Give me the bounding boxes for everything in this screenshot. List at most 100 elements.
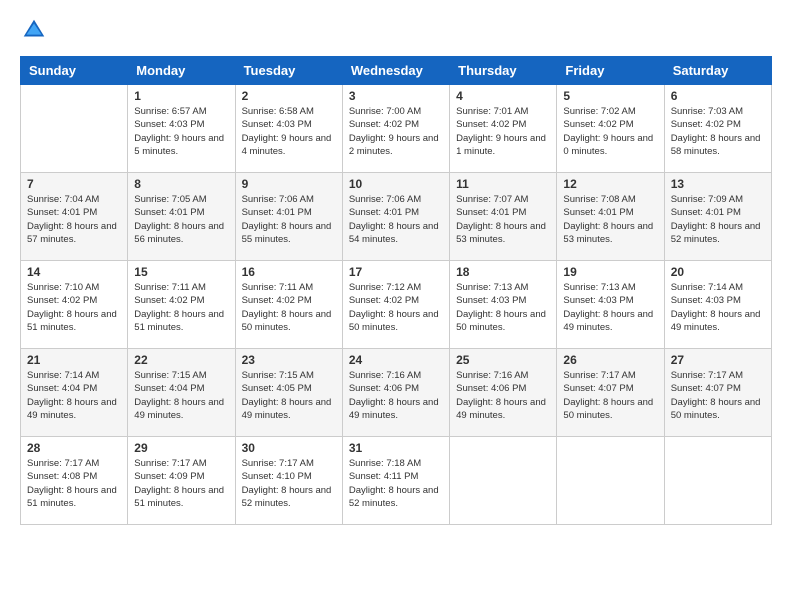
- day-number: 25: [456, 353, 550, 367]
- calendar: SundayMondayTuesdayWednesdayThursdayFrid…: [20, 56, 772, 525]
- calendar-cell: 5Sunrise: 7:02 AM Sunset: 4:02 PM Daylig…: [557, 85, 664, 173]
- calendar-cell: 28 Sunrise: 7:17 AM Sunset: 4:08 PM Dayli…: [21, 437, 128, 525]
- day-info: Sunrise: 7:11 AM Sunset: 4:02 PM Dayligh…: [242, 281, 336, 334]
- weekday-header: Tuesday: [235, 57, 342, 85]
- day-number: 12: [563, 177, 657, 191]
- day-number: 29: [134, 441, 228, 455]
- weekday-header: Monday: [128, 57, 235, 85]
- day-number: 8: [134, 177, 228, 191]
- day-number: 18: [456, 265, 550, 279]
- day-number: 7: [27, 177, 121, 191]
- weekday-header: Saturday: [664, 57, 771, 85]
- logo: [20, 16, 52, 44]
- calendar-cell: 25Sunrise: 7:16 AM Sunset: 4:06 PM Dayli…: [450, 349, 557, 437]
- day-info: Sunrise: 7:12 AM Sunset: 4:02 PM Dayligh…: [349, 281, 443, 334]
- day-info: Sunrise: 7:01 AM Sunset: 4:02 PM Dayligh…: [456, 105, 550, 158]
- day-number: 2: [242, 89, 336, 103]
- day-info: Sunrise: 7:17 AM Sunset: 4:07 PM Dayligh…: [563, 369, 657, 422]
- day-number: 28: [27, 441, 121, 455]
- calendar-cell: [664, 437, 771, 525]
- calendar-cell: 17 Sunrise: 7:12 AM Sunset: 4:02 PM Dayli…: [342, 261, 449, 349]
- header: [20, 16, 772, 44]
- calendar-cell: 23Sunrise: 7:15 AM Sunset: 4:05 PM Dayli…: [235, 349, 342, 437]
- day-info: Sunrise: 7:09 AM Sunset: 4:01 PM Dayligh…: [671, 193, 765, 246]
- day-number: 16: [242, 265, 336, 279]
- calendar-cell: [557, 437, 664, 525]
- week-row: 21 Sunrise: 7:14 AM Sunset: 4:04 PM Dayli…: [21, 349, 772, 437]
- day-info: Sunrise: 7:07 AM Sunset: 4:01 PM Dayligh…: [456, 193, 550, 246]
- calendar-cell: 10 Sunrise: 7:06 AM Sunset: 4:01 PM Dayli…: [342, 173, 449, 261]
- day-info: Sunrise: 7:08 AM Sunset: 4:01 PM Dayligh…: [563, 193, 657, 246]
- week-row: 7 Sunrise: 7:04 AM Sunset: 4:01 PM Daylig…: [21, 173, 772, 261]
- day-number: 24: [349, 353, 443, 367]
- day-number: 6: [671, 89, 765, 103]
- calendar-cell: [21, 85, 128, 173]
- calendar-cell: 3 Sunrise: 7:00 AM Sunset: 4:02 PM Daylig…: [342, 85, 449, 173]
- calendar-cell: 20 Sunrise: 7:14 AM Sunset: 4:03 PM Dayli…: [664, 261, 771, 349]
- day-info: Sunrise: 7:02 AM Sunset: 4:02 PM Dayligh…: [563, 105, 657, 158]
- day-number: 13: [671, 177, 765, 191]
- weekday-header-row: SundayMondayTuesdayWednesdayThursdayFrid…: [21, 57, 772, 85]
- day-info: Sunrise: 7:06 AM Sunset: 4:01 PM Dayligh…: [242, 193, 336, 246]
- day-info: Sunrise: 7:06 AM Sunset: 4:01 PM Dayligh…: [349, 193, 443, 246]
- calendar-cell: 14 Sunrise: 7:10 AM Sunset: 4:02 PM Dayli…: [21, 261, 128, 349]
- day-info: Sunrise: 7:10 AM Sunset: 4:02 PM Dayligh…: [27, 281, 121, 334]
- day-number: 27: [671, 353, 765, 367]
- calendar-cell: 6Sunrise: 7:03 AM Sunset: 4:02 PM Daylig…: [664, 85, 771, 173]
- calendar-cell: 16 Sunrise: 7:11 AM Sunset: 4:02 PM Dayli…: [235, 261, 342, 349]
- day-number: 15: [134, 265, 228, 279]
- day-number: 3: [349, 89, 443, 103]
- day-info: Sunrise: 6:58 AM Sunset: 4:03 PM Dayligh…: [242, 105, 336, 158]
- day-info: Sunrise: 7:11 AM Sunset: 4:02 PM Dayligh…: [134, 281, 228, 334]
- calendar-cell: 18 Sunrise: 7:13 AM Sunset: 4:03 PM Dayli…: [450, 261, 557, 349]
- day-info: Sunrise: 7:18 AM Sunset: 4:11 PM Dayligh…: [349, 457, 443, 510]
- week-row: 1 Sunrise: 6:57 AM Sunset: 4:03 PM Daylig…: [21, 85, 772, 173]
- day-info: Sunrise: 7:17 AM Sunset: 4:07 PM Dayligh…: [671, 369, 765, 422]
- day-info: Sunrise: 7:04 AM Sunset: 4:01 PM Dayligh…: [27, 193, 121, 246]
- logo-icon: [20, 16, 48, 44]
- day-number: 21: [27, 353, 121, 367]
- calendar-cell: 4Sunrise: 7:01 AM Sunset: 4:02 PM Daylig…: [450, 85, 557, 173]
- page: SundayMondayTuesdayWednesdayThursdayFrid…: [0, 0, 792, 612]
- calendar-cell: 26 Sunrise: 7:17 AM Sunset: 4:07 PM Dayli…: [557, 349, 664, 437]
- day-number: 22: [134, 353, 228, 367]
- day-info: Sunrise: 7:14 AM Sunset: 4:03 PM Dayligh…: [671, 281, 765, 334]
- weekday-header: Sunday: [21, 57, 128, 85]
- day-info: Sunrise: 7:13 AM Sunset: 4:03 PM Dayligh…: [456, 281, 550, 334]
- calendar-cell: 27 Sunrise: 7:17 AM Sunset: 4:07 PM Dayli…: [664, 349, 771, 437]
- day-info: Sunrise: 7:14 AM Sunset: 4:04 PM Dayligh…: [27, 369, 121, 422]
- calendar-cell: 21 Sunrise: 7:14 AM Sunset: 4:04 PM Dayli…: [21, 349, 128, 437]
- day-number: 14: [27, 265, 121, 279]
- day-number: 19: [563, 265, 657, 279]
- calendar-cell: 2 Sunrise: 6:58 AM Sunset: 4:03 PM Daylig…: [235, 85, 342, 173]
- day-info: Sunrise: 7:00 AM Sunset: 4:02 PM Dayligh…: [349, 105, 443, 158]
- day-number: 20: [671, 265, 765, 279]
- calendar-cell: 22Sunrise: 7:15 AM Sunset: 4:04 PM Dayli…: [128, 349, 235, 437]
- day-info: Sunrise: 7:13 AM Sunset: 4:03 PM Dayligh…: [563, 281, 657, 334]
- calendar-cell: 19 Sunrise: 7:13 AM Sunset: 4:03 PM Dayli…: [557, 261, 664, 349]
- day-info: Sunrise: 6:57 AM Sunset: 4:03 PM Dayligh…: [134, 105, 228, 158]
- day-number: 30: [242, 441, 336, 455]
- calendar-cell: 12 Sunrise: 7:08 AM Sunset: 4:01 PM Dayli…: [557, 173, 664, 261]
- calendar-cell: 24 Sunrise: 7:16 AM Sunset: 4:06 PM Dayli…: [342, 349, 449, 437]
- day-number: 10: [349, 177, 443, 191]
- day-info: Sunrise: 7:17 AM Sunset: 4:08 PM Dayligh…: [27, 457, 121, 510]
- weekday-header: Thursday: [450, 57, 557, 85]
- day-number: 31: [349, 441, 443, 455]
- day-info: Sunrise: 7:17 AM Sunset: 4:09 PM Dayligh…: [134, 457, 228, 510]
- calendar-cell: 31 Sunrise: 7:18 AM Sunset: 4:11 PM Dayli…: [342, 437, 449, 525]
- day-number: 23: [242, 353, 336, 367]
- day-info: Sunrise: 7:17 AM Sunset: 4:10 PM Dayligh…: [242, 457, 336, 510]
- calendar-cell: 7 Sunrise: 7:04 AM Sunset: 4:01 PM Daylig…: [21, 173, 128, 261]
- calendar-cell: 11Sunrise: 7:07 AM Sunset: 4:01 PM Dayli…: [450, 173, 557, 261]
- calendar-cell: 8Sunrise: 7:05 AM Sunset: 4:01 PM Daylig…: [128, 173, 235, 261]
- day-info: Sunrise: 7:16 AM Sunset: 4:06 PM Dayligh…: [349, 369, 443, 422]
- weekday-header: Friday: [557, 57, 664, 85]
- weekday-header: Wednesday: [342, 57, 449, 85]
- day-number: 17: [349, 265, 443, 279]
- day-number: 26: [563, 353, 657, 367]
- day-number: 1: [134, 89, 228, 103]
- week-row: 28 Sunrise: 7:17 AM Sunset: 4:08 PM Dayli…: [21, 437, 772, 525]
- calendar-cell: 29 Sunrise: 7:17 AM Sunset: 4:09 PM Dayli…: [128, 437, 235, 525]
- calendar-cell: 9Sunrise: 7:06 AM Sunset: 4:01 PM Daylig…: [235, 173, 342, 261]
